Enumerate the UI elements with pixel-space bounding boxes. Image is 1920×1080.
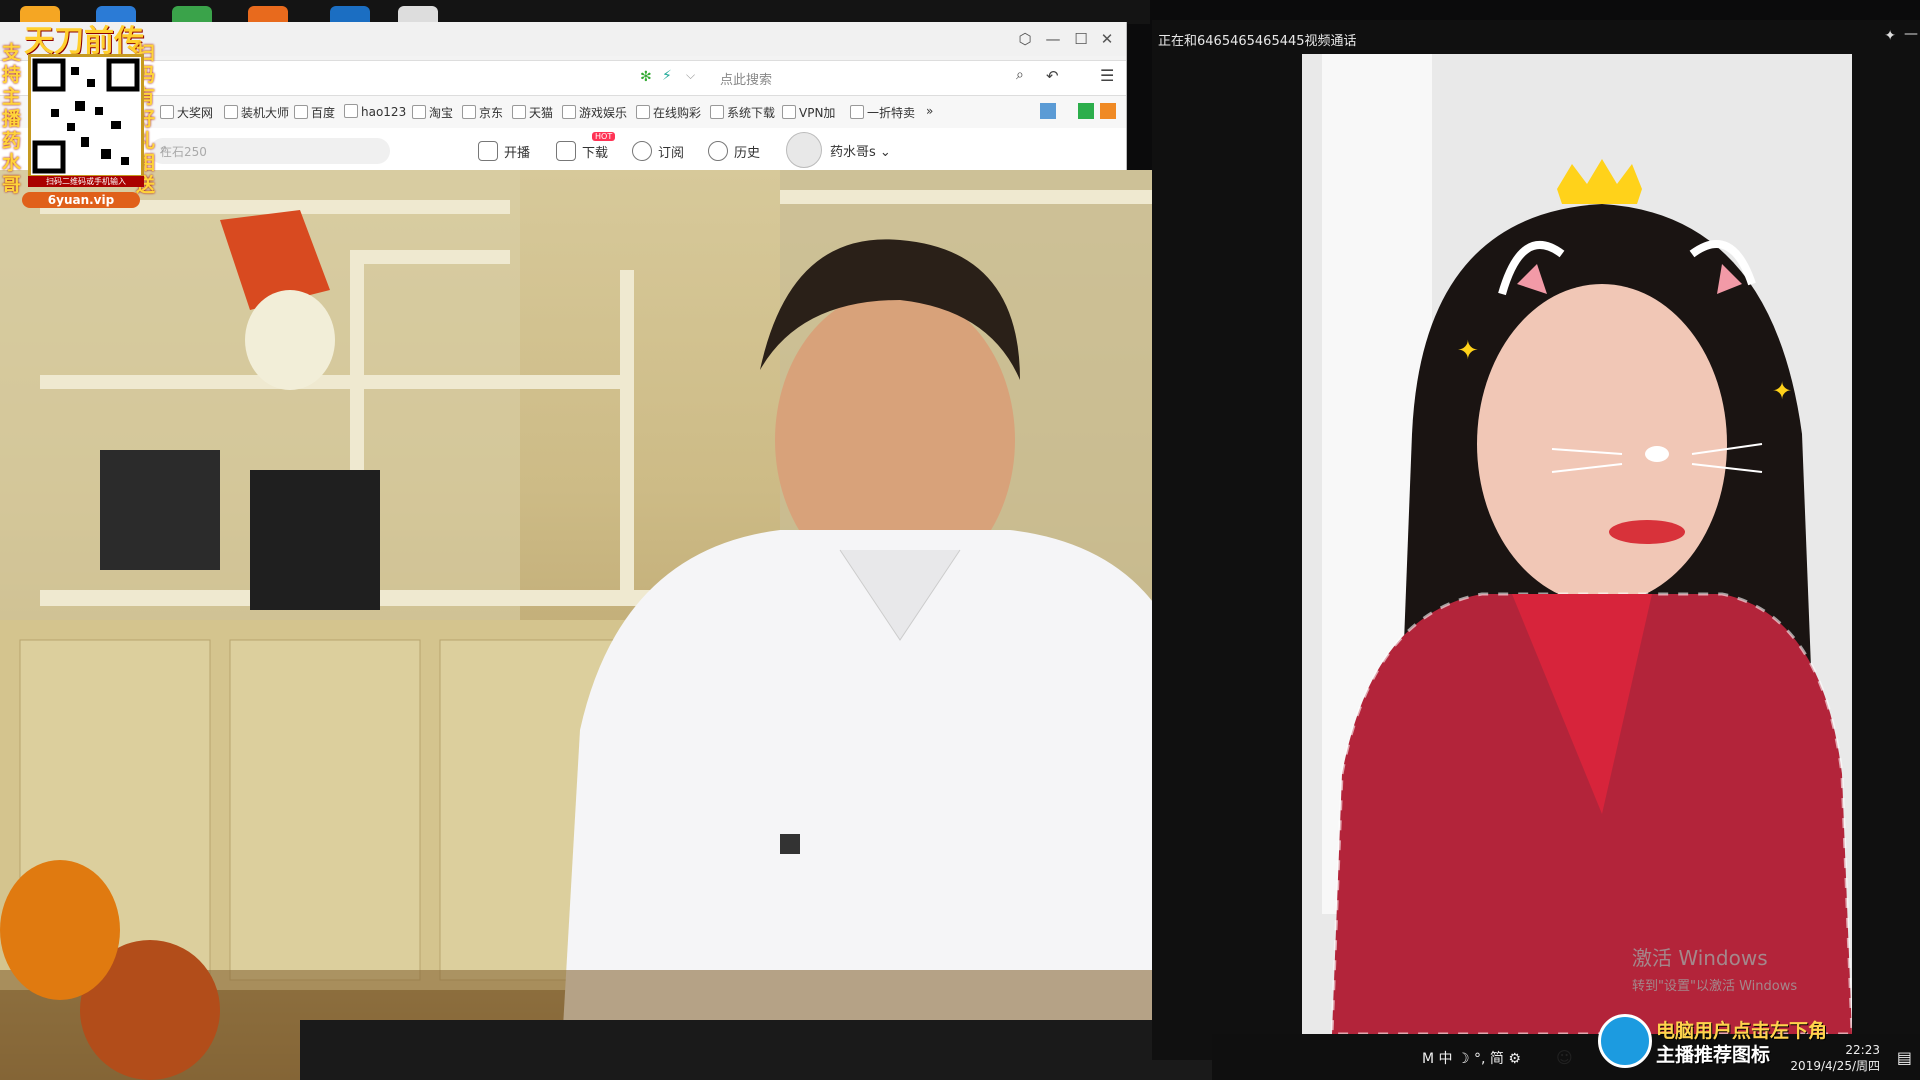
svg-text:✦: ✦ xyxy=(1772,377,1792,405)
activation-watermark: 激活 Windows 转到"设置"以激活 Windows xyxy=(1632,942,1797,994)
page-icon xyxy=(636,105,650,119)
history-button[interactable]: 历史 xyxy=(708,141,760,161)
browser-titlebar: ⬡ — ☐ ✕ xyxy=(0,22,1126,56)
download-button[interactable]: 下载 xyxy=(556,141,608,161)
address-bar[interactable]: ✻ ⚡ ⌵ 点此搜索 ⌕ ↶ ☰ xyxy=(0,60,1126,96)
bookmark-item[interactable]: 百度 xyxy=(294,104,335,121)
ad-caption: 扫码二维码或手机输入 xyxy=(28,176,144,187)
desktop-taskbar xyxy=(0,0,1150,28)
jd-icon xyxy=(462,105,476,119)
caller-video: ✦ ✦ xyxy=(1302,54,1852,1034)
bookmark-item[interactable]: 系统下载 xyxy=(710,104,775,121)
user-menu[interactable]: 药水哥s ⌄ xyxy=(830,141,891,160)
taobao-icon xyxy=(412,105,426,119)
search-input[interactable]: 点此搜索 xyxy=(720,69,772,88)
call-title: 正在和6465465465445视频通话 xyxy=(1158,34,1357,49)
cursor-promo-icon xyxy=(1598,1014,1652,1068)
download-icon xyxy=(556,141,576,161)
page-icon xyxy=(224,105,238,119)
bookmark-item[interactable]: 淘宝 xyxy=(412,104,453,121)
reader-icon[interactable] xyxy=(1078,103,1094,119)
chevron-down-icon[interactable]: ⌵ xyxy=(686,68,695,83)
baidu-icon xyxy=(294,105,308,119)
subscribe-button[interactable]: 订阅 xyxy=(632,141,684,161)
ad-left-text: 支持主播药水哥 xyxy=(2,42,22,196)
page-icon xyxy=(710,105,724,119)
bookmark-item[interactable]: 一折特卖 xyxy=(850,104,915,121)
caller-video-frame: ✦ ✦ xyxy=(1302,54,1852,1034)
bookmark-item[interactable]: 京东 xyxy=(462,104,503,121)
camera-icon xyxy=(478,141,498,161)
bookmark-item[interactable]: hao123 xyxy=(344,104,406,119)
promo-banner[interactable]: 电脑用户点击左下角 主播推荐图标 xyxy=(1598,1010,1858,1068)
search-icon[interactable]: ⌕ xyxy=(160,141,380,157)
clock-icon xyxy=(708,141,728,161)
avatar[interactable] xyxy=(786,132,822,168)
pin-icon[interactable]: ✦ xyxy=(1884,28,1896,44)
page-icon xyxy=(782,105,796,119)
qr-code xyxy=(28,54,144,178)
qr-code-pattern xyxy=(32,58,140,174)
go-live-button[interactable]: 开播 xyxy=(478,141,530,161)
bookmark-item[interactable]: 在线购彩 xyxy=(636,104,701,121)
notification-icon[interactable]: ▤ xyxy=(1897,1048,1912,1067)
bookmark-item[interactable]: 大奖网 xyxy=(160,104,213,121)
qr-ad-overlay[interactable]: 天刀前传 支持主播药水哥 扫码有好礼相送 扫码二维码或手机输入 6yuan.vi… xyxy=(0,16,158,208)
bookmark-item[interactable]: 装机大师 xyxy=(224,104,289,121)
watermark-line1: 激活 Windows xyxy=(1632,946,1768,970)
streamer-video-frame xyxy=(0,170,1212,1080)
hao123-icon xyxy=(344,104,358,118)
bookmarks-bar: 大奖网 装机大师 百度 hao123 淘宝 京东 天猫 游戏娱乐 在线购彩 系统… xyxy=(0,96,1126,129)
lightning-icon[interactable]: ⚡ xyxy=(662,68,672,84)
minimize-button[interactable]: — xyxy=(1040,26,1066,52)
close-button[interactable]: ✕ xyxy=(1094,26,1120,52)
site-toolbar: 在石250 ⌕ 开播 下载 HOT 订阅 历史 药水哥s ⌄ xyxy=(0,128,1126,170)
svg-text:✦: ✦ xyxy=(1457,336,1479,366)
watermark-line2: 转到"设置"以激活 Windows xyxy=(1632,979,1798,994)
video-call-window: 正在和6465465465445视频通话 ✦ — ✦ ✦ xyxy=(1152,20,1920,1060)
browser-window: ⬡ — ☐ ✕ ✻ ⚡ ⌵ 点此搜索 ⌕ ↶ ☰ 大奖网 装机大师 百度 hao… xyxy=(0,22,1127,170)
ad-site-link[interactable]: 6yuan.vip xyxy=(22,192,140,208)
bookmark-item[interactable]: VPN加 xyxy=(782,104,835,121)
bookmarks-more-button[interactable]: » xyxy=(926,104,933,118)
page-icon xyxy=(850,105,864,119)
streamer-video xyxy=(0,170,1212,1080)
minimize-button[interactable]: — xyxy=(1904,26,1918,42)
qq-icon[interactable]: ☺ xyxy=(1556,1048,1573,1067)
site-search-input[interactable]: 在石250 ⌕ xyxy=(150,138,390,164)
search-icon[interactable]: ⌕ xyxy=(1016,67,1024,83)
skin-icon[interactable]: ⬡ xyxy=(1012,26,1038,52)
ime-indicator[interactable]: M 中 ☽ °, 简 ⚙ xyxy=(1422,1048,1521,1068)
promo-line2: 主播推荐图标 xyxy=(1656,1044,1771,1066)
apps-icon[interactable] xyxy=(1040,103,1056,119)
promo-line1: 电脑用户点击左下角 xyxy=(1656,1020,1828,1042)
bookmark-icon xyxy=(160,105,174,119)
bookmark-item[interactable]: 天猫 xyxy=(512,104,553,121)
tmall-icon xyxy=(512,105,526,119)
heart-icon xyxy=(632,141,652,161)
refresh-icon[interactable]: ✻ xyxy=(640,69,652,85)
undo-icon[interactable]: ↶ xyxy=(1046,67,1059,85)
hot-badge: HOT xyxy=(592,132,616,141)
maximize-button[interactable]: ☐ xyxy=(1068,26,1094,52)
bookmark-item[interactable]: 游戏娱乐 xyxy=(562,104,627,121)
calendar-icon[interactable] xyxy=(1100,103,1116,119)
menu-icon[interactable]: ☰ xyxy=(1100,66,1114,85)
page-icon xyxy=(562,105,576,119)
